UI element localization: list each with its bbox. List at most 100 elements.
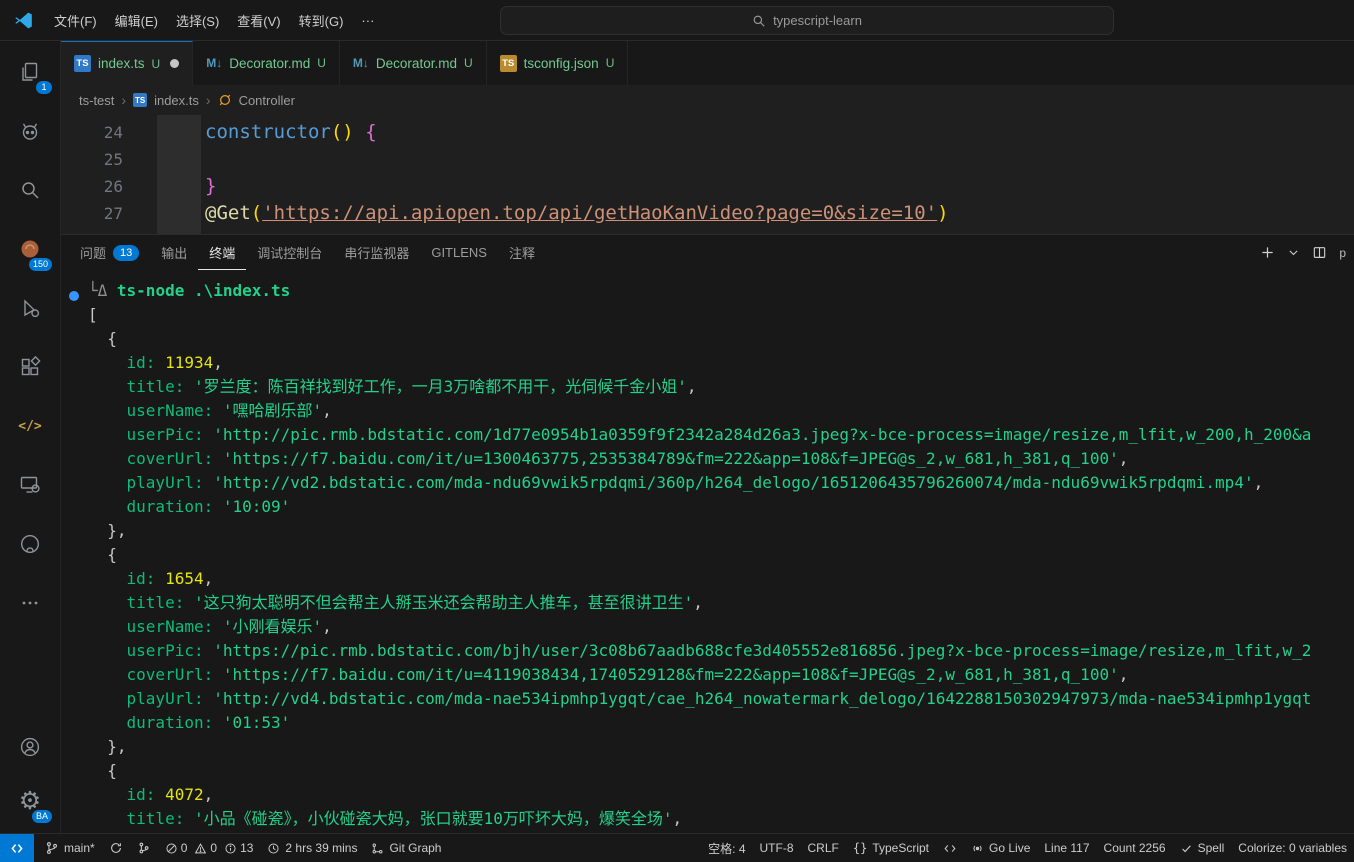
source-control-graph-item[interactable] [130,834,158,862]
extension-circle-icon[interactable]: 150 [6,225,54,273]
panel-tab-gitlens[interactable]: GITLENS [420,235,498,270]
menu-selection[interactable]: 选择(S) [167,6,228,35]
editor-line: 24constructor() { [61,119,1354,146]
status-bar-right: 空格: 4 UTF-8 CRLF {} TypeScript Go Live L… [701,834,1354,862]
git-branch-item[interactable]: main* [38,834,102,862]
panel-tab-serial-monitor[interactable]: 串行监视器 [333,235,420,270]
chevron-down-icon[interactable] [1287,246,1300,259]
panel-tab-bar: 问题 13 输出 终端 调试控制台 串行监视器 GITLENS 注释 p [61,235,1354,270]
profile-badge: BA [32,810,52,823]
breadcrumb-separator: › [121,92,126,108]
remote-indicator[interactable] [0,834,34,862]
terminal-line: coverUrl: 'https://f7.baidu.com/it/u=130… [61,447,1354,471]
line-number: 27 [61,200,123,227]
github-icon[interactable] [6,520,54,568]
git-sync-item[interactable] [102,834,130,862]
tab-label: Decorator.md [376,56,457,71]
graph-icon [137,841,151,855]
terminal-line: userPic: 'https://pic.rmb.bdstatic.com/b… [61,639,1354,663]
settings-gear-icon[interactable]: ⚙ BA [6,777,54,825]
accounts-icon[interactable] [6,723,54,771]
wakatime-item[interactable]: 2 hrs 39 mins [260,834,364,862]
indentation-item[interactable]: 空格: 4 [701,834,752,862]
terminal-line: playUrl: 'http://vd2.bdstatic.com/mda-nd… [61,471,1354,495]
menu-goto[interactable]: 转到(G) [290,6,353,35]
panel-tab-problems[interactable]: 问题 13 [69,235,150,270]
terminal-line: title: '罗兰度：陈百祥找到好工作，一月3万啥都不用干，光伺候千金小姐', [61,375,1354,399]
problems-count-badge: 13 [113,245,139,261]
terminal-list-clipped[interactable]: p [1339,246,1346,260]
breadcrumb-folder[interactable]: ts-test [79,93,114,108]
error-icon [165,842,178,855]
git-untracked-badge: U [152,57,161,71]
new-terminal-icon[interactable] [1260,245,1275,260]
panel-tab-debug-console[interactable]: 调试控制台 [246,235,333,270]
terminal-output: └Δ ts-node .\index.ts[ { id: 11934, titl… [61,279,1354,831]
colorize-item[interactable]: Colorize: 0 variables [1231,834,1354,862]
menu-edit[interactable]: 编辑(E) [106,6,167,35]
terminal-line: id: 11934, [61,351,1354,375]
terminal-line: }, [61,735,1354,759]
git-untracked-badge: U [606,56,615,70]
editor-line: 26} [61,173,1354,200]
code-action-item[interactable] [936,834,964,862]
line-indicator-item[interactable]: Line 117 [1037,834,1096,862]
tab-tsconfig-json[interactable]: TS tsconfig.json U [487,41,629,85]
dirty-indicator[interactable] [170,59,179,68]
go-live-item[interactable]: Go Live [964,834,1037,862]
terminal-line: userName: '小刚看娱乐', [61,615,1354,639]
spell-checker-item[interactable]: Spell [1173,834,1232,862]
panel-actions: p [1260,235,1346,270]
check-icon [1180,842,1193,855]
terminal-line: id: 1654, [61,567,1354,591]
more-views-icon[interactable] [6,579,54,627]
code-extension-icon[interactable]: </> [6,402,54,450]
info-icon [224,842,237,855]
language-mode-item[interactable]: {} TypeScript [846,834,936,862]
terminal-line: title: '这只狗太聪明不但会帮主人掰玉米还会帮助主人推车，甚至很讲卫生', [61,591,1354,615]
terminal-line: title: '小品《碰瓷》，小伙碰瓷大妈，张口就要10万吓坏大妈，爆笑全场', [61,807,1354,831]
menu-file[interactable]: 文件(F) [45,6,106,35]
command-decoration-dot[interactable] [69,291,79,301]
panel-tab-comments[interactable]: 注释 [498,235,546,270]
status-bar: main* 0 0 13 2 hrs 39 mins Git Graph 空格:… [0,833,1354,862]
explorer-icon[interactable]: 1 [6,48,54,96]
terminal-line: }, [61,519,1354,543]
run-debug-icon[interactable] [6,284,54,332]
panel-tab-output[interactable]: 输出 [150,235,198,270]
command-center-search[interactable]: typescript-learn [500,6,1114,35]
breadcrumb-symbol[interactable]: Controller [239,93,295,108]
line-number: 25 [61,146,123,173]
terminal-line: [ [61,303,1354,327]
extensions-icon[interactable] [6,343,54,391]
count-indicator-item[interactable]: Count 2256 [1097,834,1173,862]
tab-index-ts[interactable]: TS index.ts U [61,41,193,85]
menu-more[interactable]: ··· [352,8,383,33]
tab-label: Decorator.md [229,56,310,71]
menu-view[interactable]: 查看(V) [228,6,289,35]
panel-tab-terminal[interactable]: 终端 [198,235,246,270]
encoding-item[interactable]: UTF-8 [753,834,801,862]
tab-decorator-md-2[interactable]: M↓ Decorator.md U [340,41,487,85]
search-sidebar-icon[interactable] [6,166,54,214]
tab-label: tsconfig.json [524,56,599,71]
line-number: 24 [61,119,123,146]
terminal-line: playUrl: 'http://vd4.bdstatic.com/mda-na… [61,687,1354,711]
tab-decorator-md-1[interactable]: M↓ Decorator.md U [193,41,340,85]
platformio-icon[interactable] [6,107,54,155]
editor-tab-bar: TS index.ts U M↓ Decorator.md U M↓ Decor… [61,41,1354,85]
remote-explorer-icon[interactable] [6,461,54,509]
terminal[interactable]: └Δ ts-node .\index.ts[ { id: 11934, titl… [61,270,1354,835]
eol-item[interactable]: CRLF [801,834,846,862]
git-graph-item[interactable]: Git Graph [364,834,448,862]
problems-status-item[interactable]: 0 0 13 [158,834,261,862]
breadcrumb-file[interactable]: index.ts [154,93,199,108]
terminal-line: { [61,759,1354,783]
code-editor[interactable]: 24constructor() {2526}27@Get('https://ap… [61,115,1354,234]
vscode-window: { "colors":{"accent":"#0078d4","untracke… [0,0,1354,862]
title-bar: 文件(F) 编辑(E) 选择(S) 查看(V) 转到(G) ··· typesc… [0,0,1354,41]
split-terminal-icon[interactable] [1312,245,1327,260]
remote-icon [10,842,24,855]
tab-label: index.ts [98,56,145,71]
terminal-line: coverUrl: 'https://f7.baidu.com/it/u=411… [61,663,1354,687]
